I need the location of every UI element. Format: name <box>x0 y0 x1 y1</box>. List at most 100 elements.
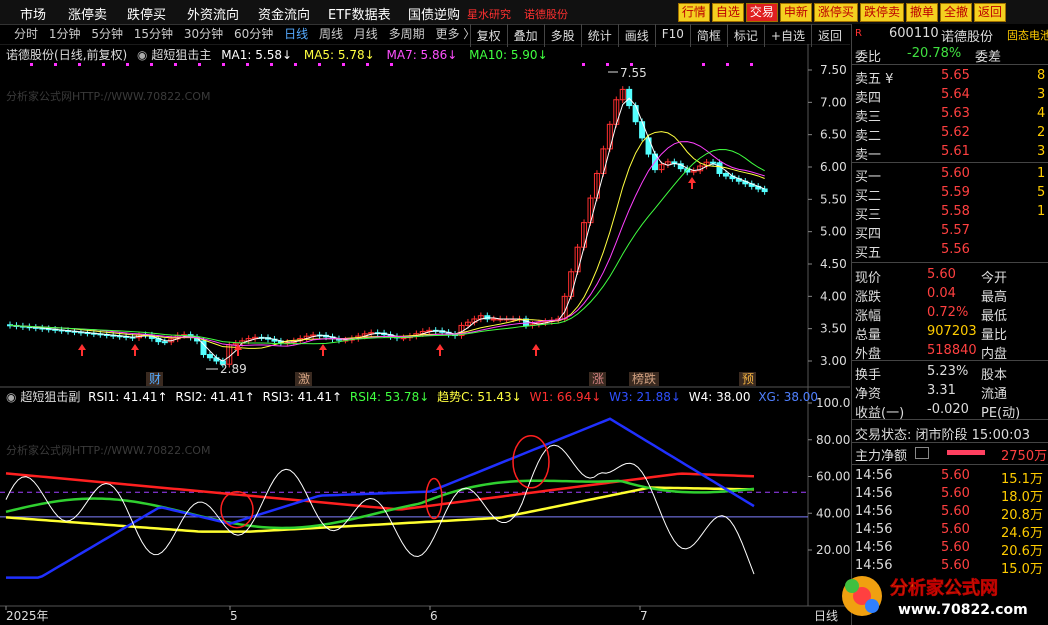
signal-dot <box>222 63 225 66</box>
btn-draw[interactable]: 画线 <box>617 24 655 47</box>
btn-statistics[interactable]: 统计 <box>580 24 618 47</box>
sub-indicator-chevron-icon[interactable]: ◉ <box>6 390 16 404</box>
btn-multi-stock[interactable]: 多股 <box>543 24 581 47</box>
tick-volume: 18.0万 <box>1001 490 1043 505</box>
signal-dot <box>342 63 345 66</box>
btn-new-share[interactable]: 申新 <box>779 3 812 22</box>
btn-f10[interactable]: F10 <box>654 24 690 47</box>
price-tick-label: 5.00 <box>820 225 847 239</box>
stat-row[interactable]: 净资 3.31 流通 <box>855 383 1048 402</box>
tab-daily[interactable]: 日线 <box>284 27 308 41</box>
btn-add-watch[interactable]: +自选 <box>763 24 811 47</box>
quote-row[interactable]: 总量 907203 量比 <box>855 324 1048 343</box>
sub-indicator-name[interactable]: 超短狙击副 <box>20 390 80 404</box>
sell-price: 5.63 <box>941 106 970 121</box>
menu-limit-down-buy[interactable]: 跌停买 <box>127 4 166 23</box>
tick-price: 5.60 <box>941 468 970 483</box>
signal-dot <box>30 63 33 66</box>
sub-tick-label: 20.00 <box>816 543 850 557</box>
stat-row[interactable]: 换手 5.23% 股本 <box>855 364 1048 383</box>
buy-arrow-icon <box>532 344 540 356</box>
btn-quote[interactable]: 行情 <box>677 3 710 22</box>
menu-hot-stock[interactable]: 诺德股份 <box>524 6 568 22</box>
menu-limit-up-sell[interactable]: 涨停卖 <box>68 4 107 23</box>
concept-tag[interactable]: 固态电池 <box>1007 27 1048 43</box>
tick-row[interactable]: 14:56 5.60 18.0万 <box>855 486 1048 505</box>
weicha-label: 委差 <box>975 50 1002 65</box>
menu-market[interactable]: 市场 <box>20 4 46 23</box>
tick-price: 5.60 <box>941 522 970 537</box>
sell-row[interactable]: 卖三 5.63 4 <box>855 106 1048 125</box>
btn-watchlist[interactable]: 自选 <box>711 3 744 22</box>
signal-dot <box>54 63 57 66</box>
tab-5min[interactable]: 5分钟 <box>91 27 123 41</box>
btn-cancel-order[interactable]: 撤单 <box>905 3 938 22</box>
buy-row[interactable]: 买五 5.56 <box>855 242 1048 261</box>
candle-body <box>161 341 168 344</box>
sell-label: 卖五 ¥ <box>855 72 894 87</box>
stat-label-right: 股本 <box>981 368 1008 383</box>
buy-price: 5.60 <box>941 166 970 181</box>
stock-code: 600110 <box>889 26 939 41</box>
menu-capital-flow[interactable]: 资金流向 <box>258 4 310 23</box>
quote-row[interactable]: 涨幅 0.72% 最低 <box>855 305 1048 324</box>
sell-volume: 8 <box>1037 68 1046 83</box>
tick-row[interactable]: 14:56 5.60 24.6万 <box>855 522 1048 541</box>
sell-row[interactable]: 卖四 5.64 3 <box>855 87 1048 106</box>
netflow-box-icon <box>915 447 929 459</box>
btn-return[interactable]: 返回 <box>973 3 1006 22</box>
stat-row[interactable]: 收益(一) -0.020 PE(动) <box>855 402 1048 421</box>
buy-volume: 5 <box>1037 185 1046 200</box>
quote-label-right: 最高 <box>981 290 1008 305</box>
buy-row[interactable]: 买四 5.57 <box>855 223 1048 242</box>
tab-monthly[interactable]: 月线 <box>354 27 378 41</box>
buy-label: 买二 <box>855 189 882 204</box>
btn-trade[interactable]: 交易 <box>745 3 778 22</box>
btn-limit-down-sell[interactable]: 跌停卖 <box>859 3 904 22</box>
quote-row[interactable]: 涨跌 0.04 最高 <box>855 286 1048 305</box>
rsi2-value: RSI2: 41.41↑ <box>175 390 255 404</box>
candle-body <box>716 162 723 174</box>
buy-price: 5.58 <box>941 204 970 219</box>
quote-row[interactable]: 外盘 518840 内盘 <box>855 343 1048 362</box>
tab-15min[interactable]: 15分钟 <box>134 27 173 41</box>
btn-mark[interactable]: 标记 <box>726 24 764 47</box>
tab-timeshare[interactable]: 分时 <box>14 27 38 41</box>
w4-value: W4: 38.00 <box>688 390 751 404</box>
sub-tick-label: 40.00 <box>816 506 850 520</box>
rsi1-value: RSI1: 41.41↑ <box>88 390 168 404</box>
tab-weekly[interactable]: 周线 <box>319 27 343 41</box>
tab-more[interactable]: 更多 〉 <box>435 27 475 41</box>
btn-cancel-all[interactable]: 全撤 <box>939 3 972 22</box>
sell-row[interactable]: 卖二 5.62 2 <box>855 125 1048 144</box>
tab-multi-period[interactable]: 多周期 <box>389 27 425 41</box>
tick-row[interactable]: 14:56 5.60 15.1万 <box>855 468 1048 487</box>
tab-1min[interactable]: 1分钟 <box>49 27 81 41</box>
quote-label: 涨跌 <box>855 290 882 305</box>
tick-row[interactable]: 14:56 5.60 20.8万 <box>855 504 1048 523</box>
btn-limit-up-buy[interactable]: 涨停买 <box>813 3 858 22</box>
menu-etf-table[interactable]: ETF数据表 <box>328 4 391 23</box>
tab-30min[interactable]: 30分钟 <box>184 27 223 41</box>
sell-row[interactable]: 卖一 5.61 3 <box>855 144 1048 163</box>
sell-volume: 2 <box>1037 125 1046 140</box>
buy-arrow-icon <box>319 344 327 356</box>
panel-divider <box>852 262 1048 263</box>
btn-back[interactable]: 返回 <box>810 24 848 47</box>
menu-hot-research[interactable]: 星水研究 <box>467 6 511 22</box>
menu-foreign-flow[interactable]: 外资流向 <box>187 4 239 23</box>
tick-row[interactable]: 14:56 5.60 20.6万 <box>855 540 1048 559</box>
tick-time: 14:56 <box>855 540 893 555</box>
candle-body <box>206 354 213 359</box>
menu-bond-repo[interactable]: 国债逆购 <box>408 4 460 23</box>
buy-row[interactable]: 买一 5.60 1 <box>855 166 1048 185</box>
quote-row[interactable]: 现价 5.60 今开 <box>855 267 1048 286</box>
logo-url: www.70822.com <box>898 602 1028 618</box>
tick-volume: 15.1万 <box>1001 472 1043 487</box>
buy-row[interactable]: 买三 5.58 1 <box>855 204 1048 223</box>
buy-row[interactable]: 买二 5.59 5 <box>855 185 1048 204</box>
btn-simple-frame[interactable]: 简框 <box>689 24 727 47</box>
sell-row[interactable]: 卖五 ¥ 5.65 8 <box>855 68 1048 87</box>
tab-60min[interactable]: 60分钟 <box>234 27 273 41</box>
sell-price: 5.64 <box>941 87 970 102</box>
